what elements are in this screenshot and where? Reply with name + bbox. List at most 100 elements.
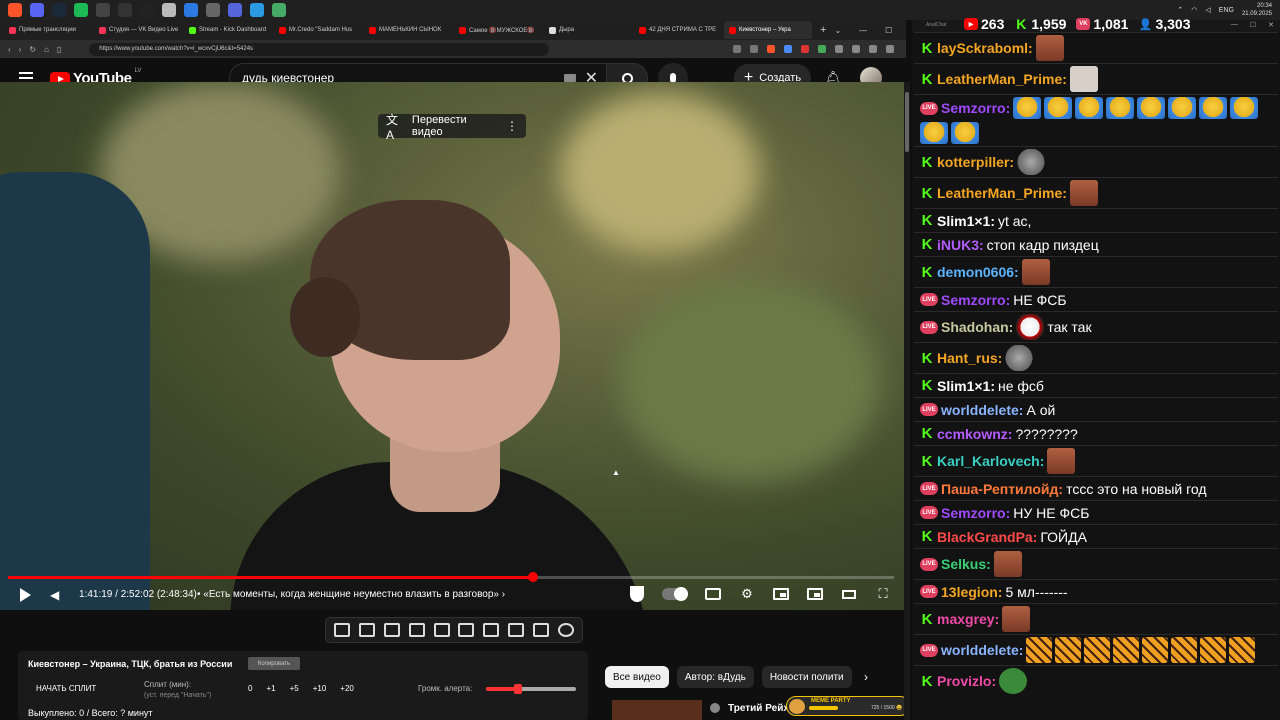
tab-4[interactable]: МАМЕНЬКИН СЫНОК [364,21,452,39]
play-icon[interactable] [20,588,31,602]
chat-username[interactable]: Slim1×1: [937,378,995,394]
puzzle-icon[interactable] [852,45,860,53]
volume-icon[interactable]: ◁ [1205,6,1210,14]
speed-icon[interactable] [483,623,500,637]
autoplay-toggle[interactable] [662,587,688,601]
chat-username[interactable]: maxgrey: [937,611,999,627]
translate-video-button[interactable]: 文A Перевести видео ⋮ [378,113,526,142]
chat-username[interactable]: worlddelete: [941,642,1023,658]
tab-search-icon[interactable]: ⌄ [834,26,841,35]
page-scrollbar[interactable] [904,82,910,720]
crop-icon[interactable] [433,623,450,637]
tab-2[interactable]: Stream - Kick Dashboard [184,21,272,39]
split-value-3[interactable]: +10 [313,684,327,693]
add-marker-icon[interactable] [507,623,524,637]
tab-0[interactable]: Прямые трансляции [4,21,92,39]
brave-icon[interactable] [8,3,22,17]
alert-volume-slider[interactable] [486,684,576,694]
home-icon[interactable]: ⌂ [44,45,49,54]
camera-icon[interactable] [532,623,549,637]
back-icon[interactable]: ‹ [8,45,11,54]
loop-icon[interactable] [334,623,351,637]
app-icon[interactable] [250,3,264,17]
app-icon[interactable] [206,3,220,17]
minimize-icon[interactable]: — [859,26,867,35]
chip-2[interactable]: Новости полити [761,666,852,688]
chat-username[interactable]: laySckraboml: [937,40,1033,56]
menu-icon[interactable] [886,45,894,53]
chat-username[interactable]: Semzorro: [941,100,1010,116]
more-options-icon[interactable]: ⋮ [506,119,526,133]
chat-username[interactable]: iNUK3: [937,237,984,253]
chat-username[interactable]: Semzorro: [941,292,1010,308]
maximize-icon[interactable]: ☐ [1250,21,1256,29]
chapter-title[interactable]: • «Есть моменты, когда женщине неуместно… [197,589,505,600]
obs-icon[interactable] [140,3,154,17]
recommended-title[interactable]: Третий Рейх [728,703,789,714]
app-icon[interactable] [162,3,176,17]
chat-username[interactable]: BlackGrandPa: [937,529,1037,545]
tab-6[interactable]: Дыра [544,21,632,39]
miniplayer-icon[interactable] [772,585,790,603]
theater-mode-icon[interactable] [840,585,858,603]
settings-gear-icon[interactable]: ⚙ [738,585,756,603]
chip-0[interactable]: Все видео [605,666,669,688]
fullscreen-icon[interactable]: ⛶ [874,585,892,603]
keyboard-icon[interactable] [564,74,576,82]
tab-3[interactable]: Mr.Credo "Saddam Hus [274,21,362,39]
chat-username[interactable]: Provizlo: [937,673,996,689]
maximize-icon[interactable]: ☐ [885,26,892,35]
sidebar-icon[interactable] [869,45,877,53]
tab-8[interactable]: Киевстонер – Укра [724,21,812,39]
chat-username[interactable]: Shadohan: [941,319,1013,335]
reload-icon[interactable]: ↻ [29,45,36,54]
split-value-2[interactable]: +5 [290,684,299,693]
chevron-right-icon[interactable]: › [864,670,868,684]
url-field[interactable]: https://www.youtube.com/watch?v=l_wcxvCj… [89,42,550,56]
chat-username[interactable]: demon0606: [937,264,1019,280]
filmstrip-icon[interactable] [458,623,475,637]
tab-7[interactable]: 42 ДНЯ СТРИМА С ТРЕ [634,21,722,39]
split-value-4[interactable]: +20 [340,684,354,693]
wifi-icon[interactable]: ◠ [1191,6,1197,14]
chat-username[interactable]: ccmkownz: [937,426,1012,442]
chat-username[interactable]: Selkus: [941,556,991,572]
chat-username[interactable]: worlddelete: [941,402,1023,418]
chip-1[interactable]: Автор: вДудь [676,666,754,688]
chevron-up-icon[interactable]: ⌃ [1177,6,1183,14]
watch-icon[interactable] [383,623,400,637]
sponsorblock-shield-icon[interactable] [628,585,646,603]
close-icon[interactable]: ✕ [1268,21,1274,29]
chat-username[interactable]: LeatherMan_Prime: [937,185,1067,201]
chat-username[interactable]: LeatherMan_Prime: [937,71,1067,87]
clapper-icon[interactable] [408,623,425,637]
steam-icon[interactable] [52,3,66,17]
tab-5[interactable]: Самое 🔞МУЖСКОЕ🔞 [454,21,542,39]
pip-icon[interactable] [806,585,824,603]
app-icon[interactable] [184,3,198,17]
discord-icon[interactable] [30,3,44,17]
app-icon[interactable] [272,3,286,17]
video-player[interactable]: 文A Перевести видео ⋮ ▲ ◀︎ 1:41:19 / 2:52… [0,82,906,610]
chat-username[interactable]: Karl_Karlovech: [937,453,1044,469]
tab-1[interactable]: Студия — VK Видео Live [94,21,182,39]
clock[interactable]: 20:34 21.09.2025 [1242,2,1272,18]
chat-username[interactable]: Паша-Рептилойд: [941,481,1063,497]
alert-volume-handle[interactable] [513,684,522,694]
share-icon[interactable] [750,45,758,53]
chat-username[interactable]: Slim1×1: [937,213,995,229]
broadcast-icon[interactable] [359,623,376,637]
screenshot-icon[interactable] [733,45,741,53]
epic-icon[interactable] [118,3,132,17]
extension-icon[interactable] [818,45,826,53]
volume-icon[interactable]: ◀︎ [50,588,59,602]
extension-icon[interactable] [801,45,809,53]
chat-username[interactable]: Hant_rus: [937,350,1002,366]
start-split-button[interactable]: НАЧАТЬ СПЛИТ [36,684,96,693]
brave-shield-icon[interactable] [767,45,775,53]
chat-username[interactable]: 13legion: [941,584,1002,600]
split-value-1[interactable]: +1 [266,684,275,693]
chat-username[interactable]: Semzorro: [941,505,1010,521]
minimize-icon[interactable]: — [1231,21,1238,29]
extension-icon[interactable] [784,45,792,53]
